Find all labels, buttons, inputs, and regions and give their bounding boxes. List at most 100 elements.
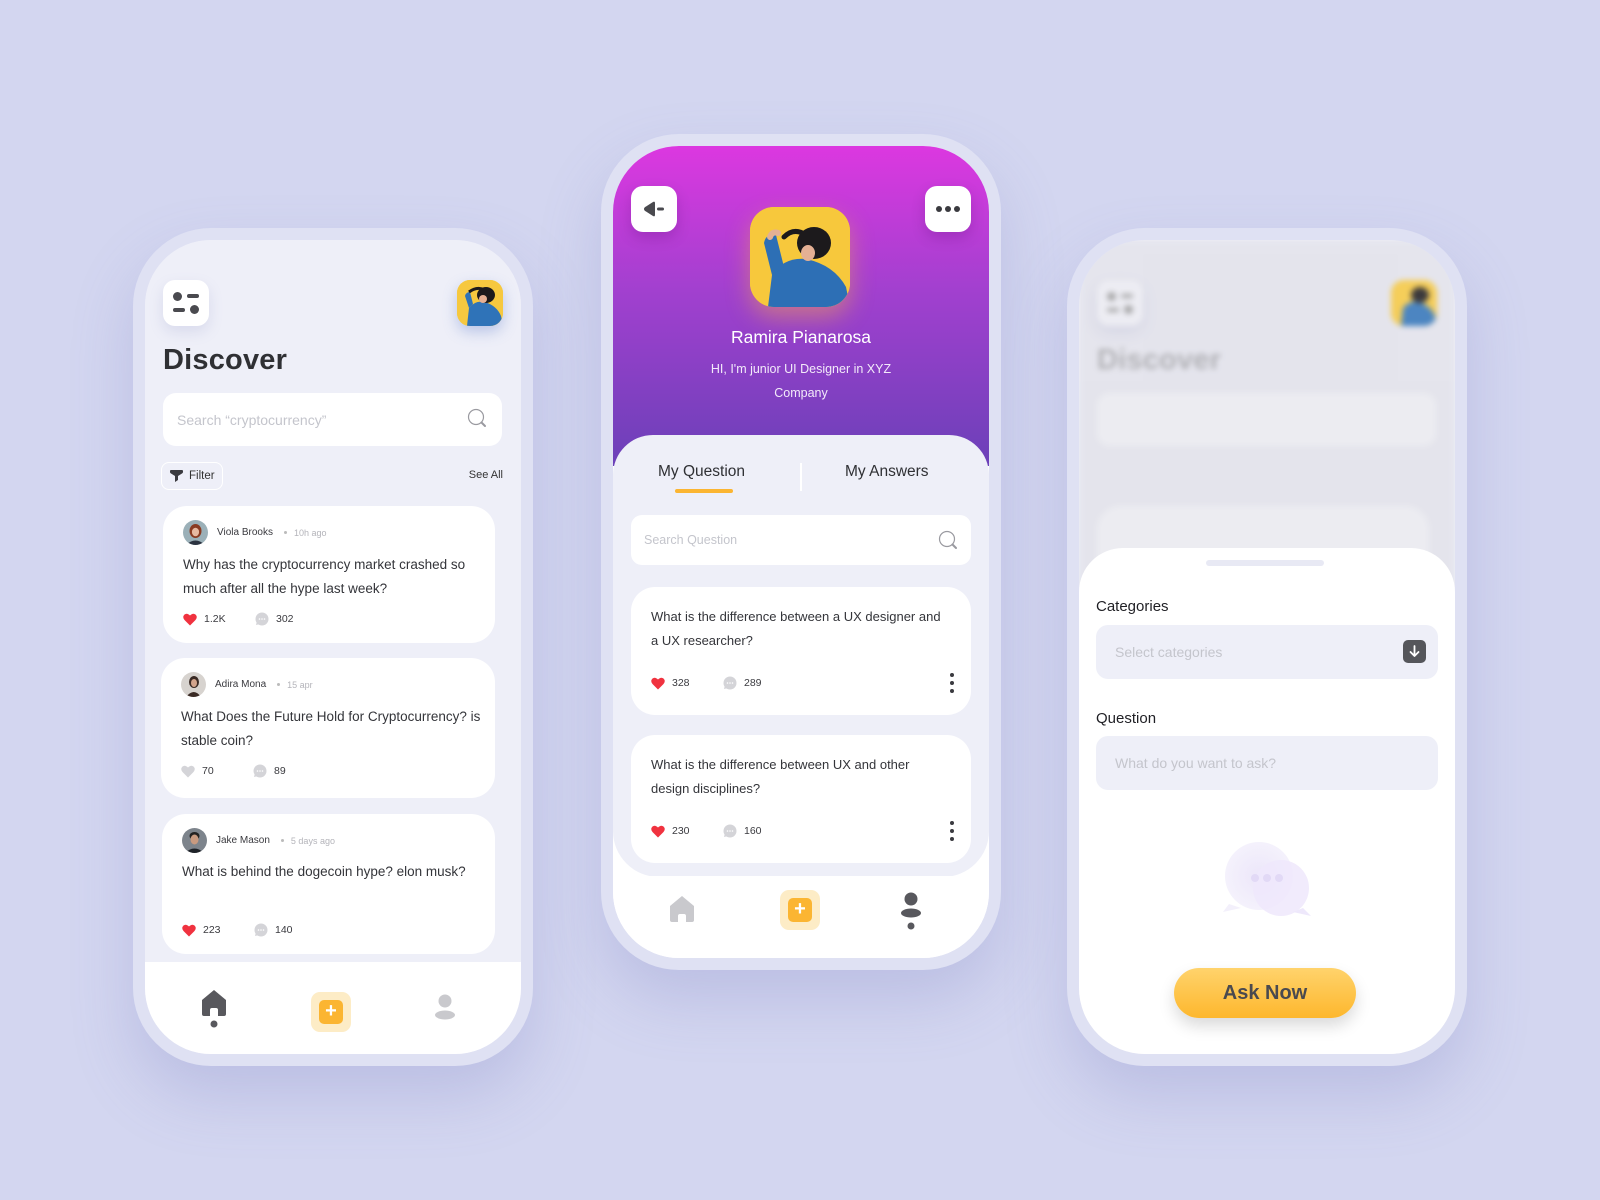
post-card[interactable]: Adira Mona 15 apr What Does the Future H…: [161, 658, 495, 798]
post-time: 15 apr: [287, 679, 313, 690]
back-arrow-icon: [644, 201, 664, 217]
nav-profile-icon[interactable]: [434, 994, 456, 1020]
question-text[interactable]: What Does the Future Hold for Cryptocurr…: [181, 705, 491, 753]
phone-profile: Ramira Pianarosa HI, I'm junior UI Desig…: [601, 134, 1001, 970]
post-time: 10h ago: [293, 527, 327, 538]
comment-icon: [723, 824, 737, 838]
like-button[interactable]: 328: [651, 677, 723, 690]
more-options-button[interactable]: [925, 186, 971, 232]
post-card[interactable]: Viola Brooks 10h ago Why has the cryptoc…: [163, 506, 495, 643]
search-icon[interactable]: [938, 530, 958, 550]
more-horizontal-icon: [936, 206, 960, 212]
like-count: 1.2K: [204, 613, 226, 625]
search-box: [163, 393, 502, 446]
post-stats: 1.2K 302: [183, 612, 327, 626]
comment-button[interactable]: 289: [723, 676, 795, 690]
search-input[interactable]: [177, 393, 447, 446]
question-text[interactable]: Why has the cryptocurrency market crashe…: [183, 553, 483, 601]
plus-icon: +: [319, 1000, 343, 1024]
comment-icon: [723, 676, 737, 690]
phone-ask: Discover Categories Question: [1067, 228, 1467, 1066]
author-avatar: [183, 520, 208, 545]
question-text[interactable]: What is the difference between a UX desi…: [651, 605, 951, 653]
author-row: Viola Brooks 10h ago: [183, 520, 327, 545]
like-count: 70: [202, 765, 214, 777]
comment-button[interactable]: 89: [253, 764, 325, 778]
search-question-input[interactable]: [644, 515, 914, 565]
question-stats: 230 160: [651, 824, 795, 838]
chevron-down-icon[interactable]: [1403, 640, 1426, 663]
heart-outline-icon: [181, 765, 195, 777]
question-text[interactable]: What is the difference between UX and ot…: [651, 753, 951, 801]
search-box: [631, 515, 971, 565]
nav-home-icon[interactable]: [200, 988, 228, 1028]
post-card[interactable]: Jake Mason 5 days ago What is behind the…: [162, 814, 495, 954]
question-card[interactable]: What is the difference between UX and ot…: [631, 735, 971, 863]
like-button[interactable]: 223: [182, 924, 254, 937]
like-count: 230: [672, 825, 690, 837]
search-icon[interactable]: [467, 408, 487, 428]
filter-icon: [170, 469, 183, 482]
user-avatar-blurred: [1391, 280, 1437, 326]
like-button[interactable]: 230: [651, 825, 723, 838]
like-button[interactable]: 70: [181, 765, 253, 778]
author-name[interactable]: Viola Brooks: [217, 527, 273, 538]
separator-dot: [277, 683, 281, 686]
comment-icon: [254, 923, 268, 937]
profile-name: Ramira Pianarosa: [730, 327, 872, 347]
back-button[interactable]: [631, 186, 677, 232]
author-name[interactable]: Adira Mona: [215, 679, 266, 690]
profile-header: Ramira Pianarosa HI, I'm junior UI Desig…: [613, 146, 989, 466]
profile-body: My Question My Answers What is the diffe…: [613, 435, 989, 877]
sheet-drag-handle[interactable]: [1206, 560, 1324, 566]
question-card[interactable]: What is the difference between a UX desi…: [631, 587, 971, 715]
filter-label: Filter: [189, 470, 215, 482]
question-field[interactable]: [1096, 736, 1438, 790]
question-stats: 328 289: [651, 676, 795, 690]
ask-screen: Discover Categories Question: [1079, 240, 1455, 1054]
heart-filled-icon: [182, 924, 196, 936]
profile-bio: HI, I'm junior UI Designer in XYZ Compan…: [710, 362, 892, 400]
chat-bubbles-illustration-icon: [1223, 842, 1311, 916]
nav-home-icon[interactable]: [668, 894, 696, 922]
categories-input[interactable]: [1115, 625, 1395, 679]
author-avatar: [182, 828, 207, 853]
profile-screen: Ramira Pianarosa HI, I'm junior UI Desig…: [613, 146, 989, 958]
question-text[interactable]: What is behind the dogecoin hype? elon m…: [182, 860, 492, 884]
question-input[interactable]: [1115, 736, 1395, 790]
categories-label: Categories: [1096, 598, 1169, 615]
ask-now-button[interactable]: Ask Now: [1174, 968, 1356, 1018]
author-row: Jake Mason 5 days ago: [182, 828, 335, 853]
like-button[interactable]: 1.2K: [183, 613, 255, 626]
comment-count: 289: [744, 677, 762, 689]
more-vertical-icon[interactable]: [947, 673, 957, 695]
user-avatar[interactable]: [457, 280, 503, 326]
filter-button[interactable]: Filter: [161, 462, 223, 490]
comment-icon: [255, 612, 269, 626]
nav-profile-icon[interactable]: [900, 892, 922, 932]
comment-button[interactable]: 302: [255, 612, 327, 626]
bottom-nav: +: [145, 962, 521, 1054]
search-box-blurred: [1097, 393, 1436, 446]
avatar-photo-icon: [750, 207, 850, 307]
discover-list-panel: Discover Filter See All: [145, 240, 521, 962]
heart-filled-icon: [183, 613, 197, 625]
see-all-link[interactable]: See All: [469, 469, 503, 481]
nav-add-button[interactable]: +: [780, 890, 820, 930]
separator-dot: [283, 531, 287, 534]
tab-my-question[interactable]: My Question: [658, 463, 745, 481]
more-vertical-icon[interactable]: [947, 821, 957, 843]
question-label: Question: [1096, 710, 1157, 727]
menu-button[interactable]: [163, 280, 209, 326]
tab-divider: [800, 463, 802, 491]
profile-avatar[interactable]: [750, 207, 850, 307]
comment-button[interactable]: 160: [723, 824, 795, 838]
nav-add-button[interactable]: +: [311, 992, 351, 1032]
comment-icon: [253, 764, 267, 778]
page-title-blurred: Discover: [1097, 344, 1222, 376]
comment-button[interactable]: 140: [254, 923, 326, 937]
comment-count: 302: [276, 613, 294, 625]
tab-my-answers[interactable]: My Answers: [845, 463, 929, 481]
categories-select[interactable]: [1096, 625, 1438, 679]
author-name[interactable]: Jake Mason: [216, 835, 270, 846]
